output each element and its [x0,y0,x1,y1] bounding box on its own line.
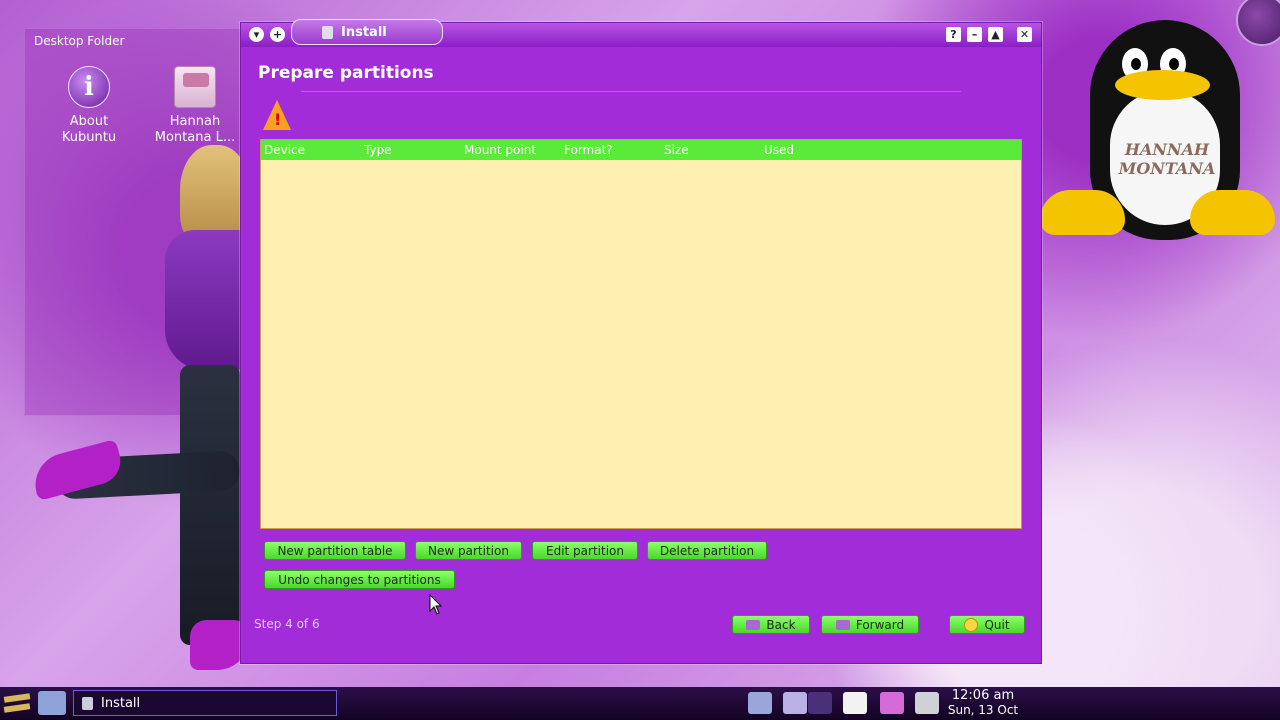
new-partition-table-label: New partition table [277,543,393,558]
clipboard-tray-icon[interactable] [843,692,867,714]
warning-exclamation: ! [274,110,282,129]
delete-partition-button[interactable]: Delete partition [647,541,767,560]
wallpaper-figure-leg [180,365,240,645]
penguin-beak [1115,70,1210,100]
edit-partition-button[interactable]: Edit partition [532,541,638,560]
close-icon[interactable]: ✕ [1017,27,1032,42]
minimize-icon[interactable]: – [967,27,982,42]
install-window: ▾ + Install ? – ▲ ✕ Prepare partitions !… [240,19,1042,664]
pager-tray-icon-2[interactable] [808,692,832,714]
hannah-montana-disc-icon [174,66,216,108]
installer-app-icon [82,696,93,710]
quit-label: Quit [984,617,1010,632]
info-icon: i [68,66,110,108]
file-manager-icon[interactable] [38,691,66,715]
installer-app-icon [322,25,333,39]
penguin-foot [1040,190,1125,235]
window-menu-icon[interactable]: ▾ [249,27,264,42]
partition-table-header: Device Type Mount point Format? Size Use… [261,140,1021,160]
about-kubuntu-label: About Kubuntu [61,114,117,145]
wallpaper-penguin: HANNAH MONTANA [1040,10,1280,250]
new-partition-label: New partition [428,543,509,558]
clock-time: 12:06 am [951,688,1015,703]
step-indicator: Step 4 of 6 [254,617,320,631]
window-title-tab: Install [291,19,443,45]
mouse-cursor-icon [429,594,443,615]
column-header-mount-point[interactable]: Mount point [461,143,561,157]
window-titlebar[interactable]: ▾ + Install ? – ▲ ✕ [241,19,1041,47]
taskbar: Install 12:06 am Sun, 13 Oct [0,687,1280,720]
undo-changes-label: Undo changes to partitions [278,572,441,587]
quit-button[interactable]: Quit [949,615,1025,634]
edit-partition-label: Edit partition [546,543,624,558]
back-button[interactable]: Back [732,615,810,634]
quit-icon [964,617,979,632]
new-partition-table-button[interactable]: New partition table [264,541,406,560]
column-header-device[interactable]: Device [261,143,361,157]
page-title: Prepare partitions [258,63,434,83]
column-header-format[interactable]: Format? [561,143,661,157]
column-header-size[interactable]: Size [661,143,761,157]
clock-date: Sun, 13 Oct [947,703,1019,717]
delete-partition-label: Delete partition [659,543,755,558]
column-header-type[interactable]: Type [361,143,461,157]
undo-changes-button[interactable]: Undo changes to partitions [264,570,455,589]
partition-table[interactable]: Device Type Mount point Format? Size Use… [260,139,1022,529]
window-sticky-icon[interactable]: + [270,27,285,42]
forward-button[interactable]: Forward [821,615,919,634]
maximize-icon[interactable]: ▲ [988,27,1003,42]
title-divider [301,91,961,92]
help-icon[interactable]: ? [946,27,961,42]
forward-label: Forward [855,617,905,632]
taskbar-item-install[interactable]: Install [73,690,337,716]
back-arrow-icon [746,619,761,630]
hannah-montana-label: Hannah Montana L... [154,114,236,145]
pager-tray-icon[interactable] [783,692,807,714]
column-header-used[interactable]: Used [761,143,861,157]
network-tray-icon[interactable] [748,692,772,714]
penguin-foot [1190,190,1275,235]
back-label: Back [766,617,796,632]
new-partition-button[interactable]: New partition [415,541,522,560]
taskbar-item-label: Install [101,695,141,711]
removable-media-tray-icon[interactable] [915,692,939,714]
about-kubuntu-shortcut[interactable]: i About Kubuntu [44,66,134,146]
update-tray-icon[interactable] [880,692,904,714]
forward-arrow-icon [835,619,850,630]
taskbar-clock[interactable]: 12:06 am Sun, 13 Oct [946,688,1020,718]
hannah-montana-shortcut[interactable]: Hannah Montana L... [150,66,240,146]
desktop-folder-title: Desktop Folder [34,34,125,48]
start-menu-icon[interactable] [3,691,32,715]
window-title: Install [341,24,387,40]
penguin-logo-text: HANNAH MONTANA [1118,140,1216,178]
